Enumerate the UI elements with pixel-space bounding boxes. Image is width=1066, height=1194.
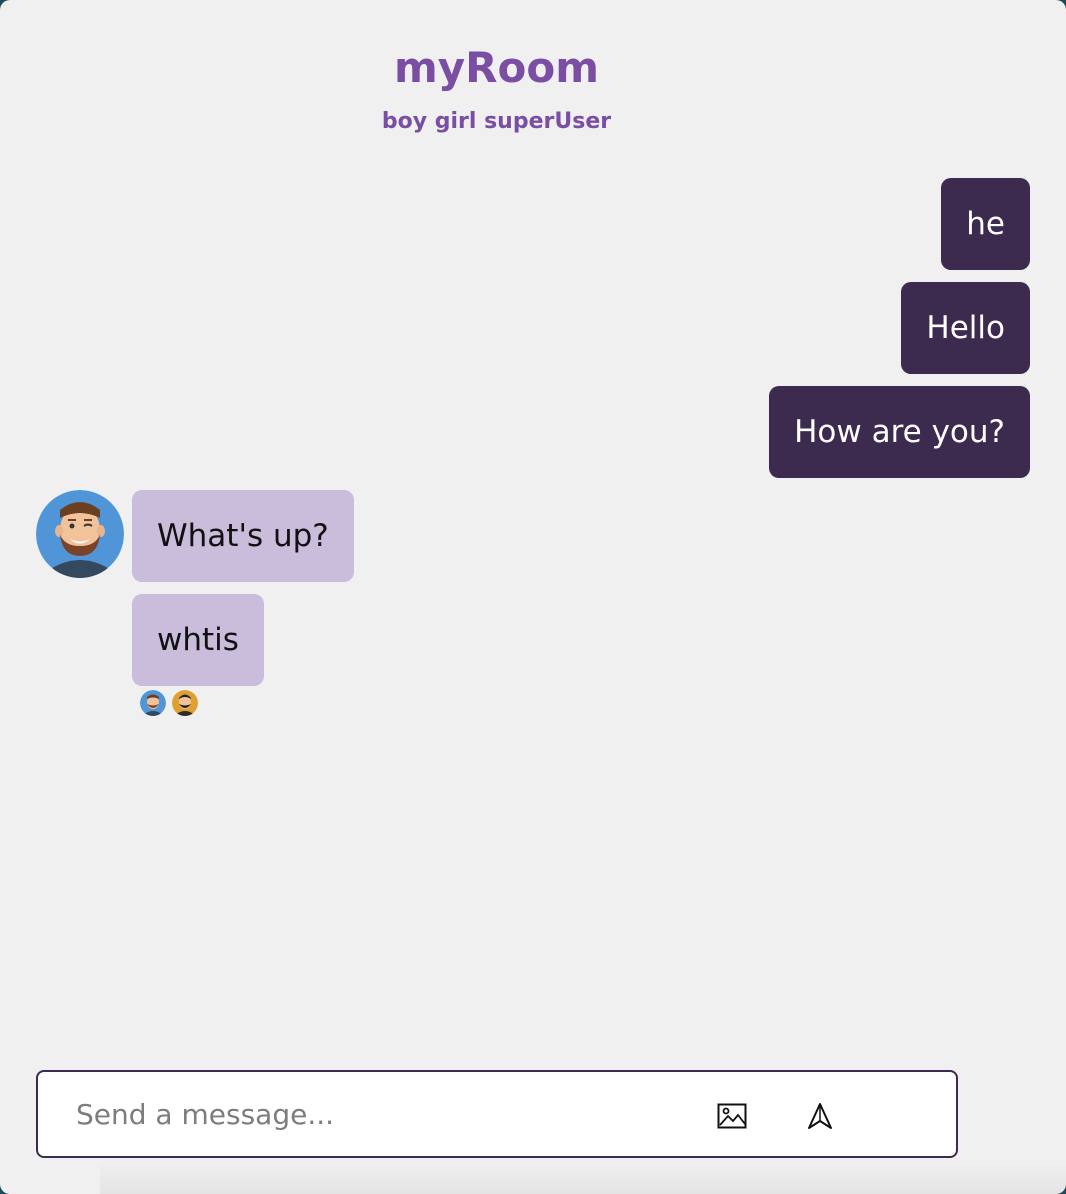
message-bubble-other[interactable]: whtis <box>132 594 264 686</box>
send-icon[interactable] <box>800 1096 840 1136</box>
message-input[interactable] <box>76 1090 696 1138</box>
sender-avatar[interactable] <box>36 490 124 578</box>
message-bubble-own[interactable]: How are you? <box>769 386 1030 478</box>
message-bubble-own[interactable]: he <box>941 178 1030 270</box>
room-header: myRoom boy girl superUser <box>0 40 993 136</box>
read-receipt-avatar <box>140 690 166 716</box>
image-icon[interactable] <box>712 1096 752 1136</box>
chat-window: myRoom boy girl superUser he Hello How a… <box>0 0 1066 1194</box>
bottom-shadow <box>100 1160 1066 1194</box>
message-bubble-other[interactable]: What's up? <box>132 490 354 582</box>
message-bubble-own[interactable]: Hello <box>901 282 1030 374</box>
room-title: myRoom <box>394 43 599 92</box>
message-composer <box>36 1070 958 1158</box>
room-members: boy girl superUser <box>381 109 612 134</box>
read-receipt-avatar <box>172 690 198 716</box>
